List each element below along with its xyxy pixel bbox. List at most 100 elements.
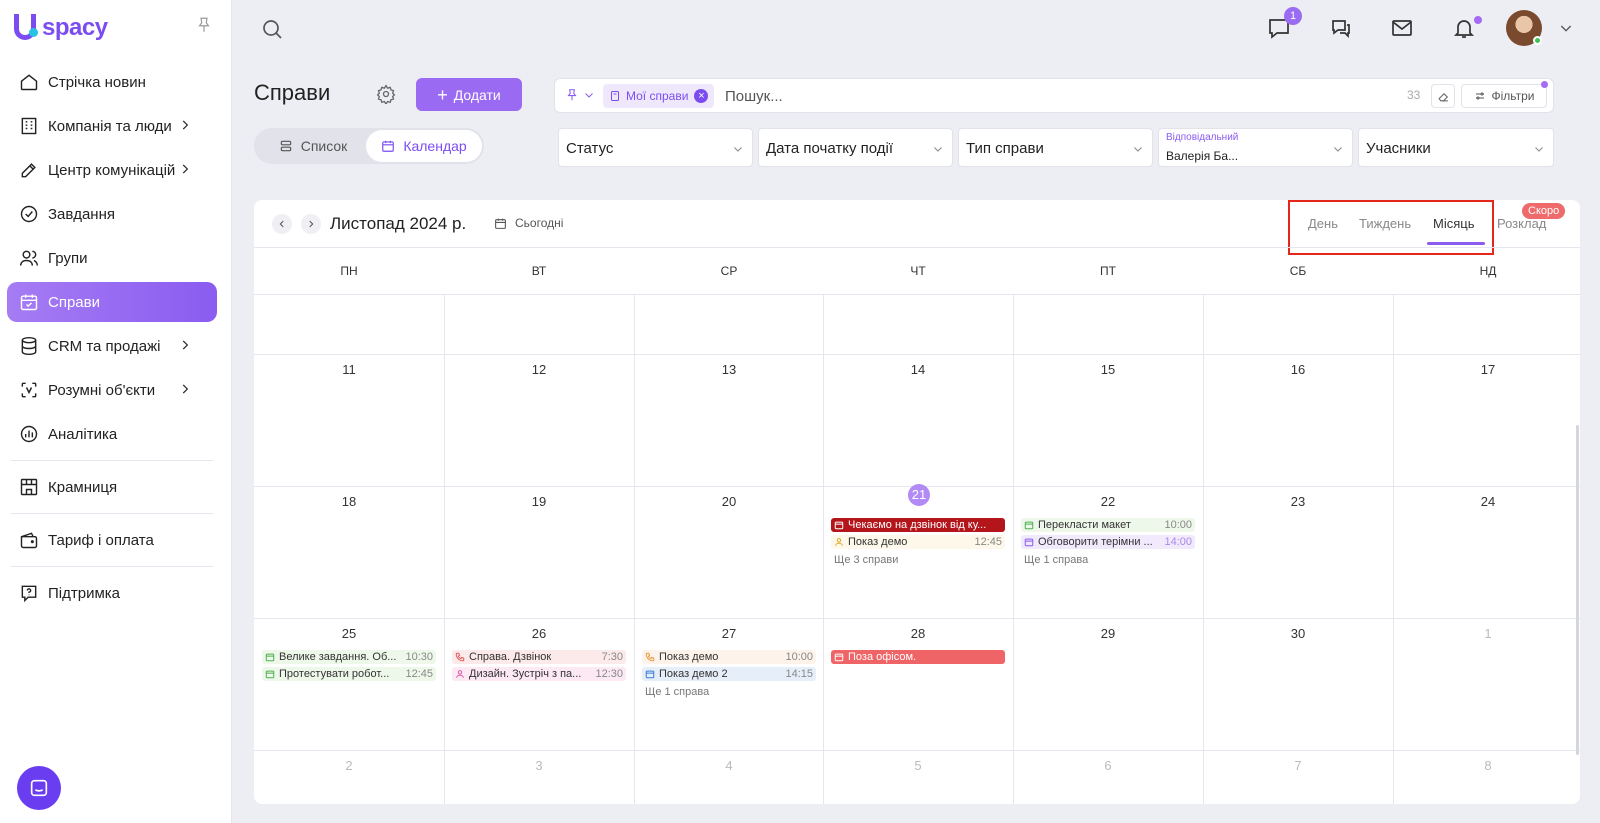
sidebar-item-communications[interactable]: Центр комунікацій: [7, 150, 217, 190]
status-filter[interactable]: Статус: [558, 128, 753, 167]
responsible-filter[interactable]: Відповідальний Валерія Ба...: [1158, 128, 1353, 167]
mail-icon[interactable]: [1390, 16, 1414, 40]
day-number[interactable]: 30: [1203, 626, 1393, 641]
day-number[interactable]: 24: [1393, 494, 1580, 509]
support-chat-button[interactable]: [17, 766, 61, 810]
more-events-link[interactable]: Ще 3 справи: [834, 554, 898, 566]
sidebar-item-company[interactable]: Компанія та люди: [7, 106, 217, 146]
calendar-event[interactable]: Велике завдання. Об... 10:30: [262, 650, 436, 664]
calendar-check-icon: [1024, 521, 1034, 530]
calendar-event[interactable]: Поза офісом.: [831, 650, 1005, 664]
prev-month-button[interactable]: [272, 214, 292, 234]
day-number[interactable]: 23: [1203, 494, 1393, 509]
calendar-event[interactable]: Показ демо 2 14:15: [642, 667, 816, 681]
phone-icon: [645, 652, 655, 662]
day-number[interactable]: 19: [444, 494, 634, 509]
sidebar-item-analytics[interactable]: Аналітика: [7, 414, 217, 454]
search-icon[interactable]: [260, 17, 284, 41]
calendar-event[interactable]: Справа. Дзвінок 7:30: [452, 650, 626, 664]
bell-icon[interactable]: [1452, 16, 1476, 40]
day-number[interactable]: 4: [634, 758, 824, 773]
tab-calendar[interactable]: Календар: [366, 130, 482, 162]
sidebar-item-store[interactable]: Крамниця: [7, 467, 217, 507]
pin-icon[interactable]: [195, 15, 213, 35]
participants-filter[interactable]: Учасники: [1358, 128, 1554, 167]
day-number[interactable]: 8: [1393, 758, 1580, 773]
day-number[interactable]: 22: [1013, 494, 1203, 509]
sidebar-item-news[interactable]: Стрічка новин: [7, 62, 217, 102]
database-icon: [21, 336, 37, 356]
next-month-button[interactable]: [301, 214, 321, 234]
day-number[interactable]: 7: [1203, 758, 1393, 773]
calendar-event[interactable]: Дизайн. Зустріч з па... 12:30: [452, 667, 626, 681]
calendar-event[interactable]: Показ демо 12:45: [831, 535, 1005, 549]
calendar-event[interactable]: Чекаємо на дзвінок від ку...: [831, 518, 1005, 532]
responsible-filter-label: Відповідальний: [1166, 132, 1239, 143]
calendar-event[interactable]: Протестувати робот... 12:45: [262, 667, 436, 681]
event-time: 10:00: [785, 651, 813, 663]
chats-icon[interactable]: [1329, 16, 1353, 40]
calendar-event[interactable]: Обговорити терімни ... 14:00: [1021, 535, 1195, 549]
chevron-down-icon[interactable]: [1558, 20, 1574, 36]
search-input[interactable]: [725, 85, 1325, 107]
eraser-icon: [1437, 92, 1448, 101]
participants-filter-label: Учасники: [1366, 140, 1431, 157]
today-button[interactable]: Сьогодні: [494, 216, 563, 230]
sidebar-item-support[interactable]: Підтримка: [7, 573, 217, 613]
sidebar-item-groups[interactable]: Групи: [7, 238, 217, 278]
day-number[interactable]: 18: [254, 494, 444, 509]
day-number[interactable]: 12: [444, 362, 634, 377]
results-count: 33: [1407, 88, 1421, 102]
gear-icon[interactable]: [376, 84, 396, 104]
add-button[interactable]: + Додати: [416, 78, 522, 111]
day-number[interactable]: 25: [254, 626, 444, 641]
sidebar-item-billing[interactable]: Тариф і оплата: [7, 520, 217, 560]
more-events-link[interactable]: Ще 1 справа: [645, 686, 709, 698]
filter-chip-my-cases[interactable]: Мої справи ×: [603, 84, 715, 108]
sidebar-item-tasks[interactable]: Завдання: [7, 194, 217, 234]
day-number[interactable]: 14: [823, 362, 1013, 377]
more-events-link[interactable]: Ще 1 справа: [1024, 554, 1088, 566]
start-date-filter[interactable]: Дата початку події: [758, 128, 953, 167]
sidebar-item-label: Тариф і оплата: [48, 531, 154, 549]
chevron-down-icon[interactable]: [583, 89, 595, 101]
phone-icon: [455, 652, 465, 662]
day-number[interactable]: 11: [254, 362, 444, 377]
day-number[interactable]: 1: [1393, 626, 1580, 641]
sidebar-item-cases[interactable]: Справи: [7, 282, 217, 322]
case-type-filter[interactable]: Тип справи: [958, 128, 1153, 167]
logo[interactable]: spacy: [12, 10, 108, 46]
day-number[interactable]: 26: [444, 626, 634, 641]
online-status-dot: [1533, 36, 1542, 45]
day-number[interactable]: 28: [823, 626, 1013, 641]
clear-button[interactable]: [1431, 84, 1455, 108]
calendar-icon: [834, 653, 844, 662]
day-number[interactable]: 27: [634, 626, 824, 641]
chevron-left-icon: [279, 220, 284, 228]
scrollbar[interactable]: [1576, 425, 1579, 755]
tab-list[interactable]: Список: [258, 130, 368, 162]
calendar-event[interactable]: Перекласти макет 10:00: [1021, 518, 1195, 532]
weekday-header: ПТ: [1100, 264, 1116, 278]
event-title: Поза офісом.: [848, 651, 917, 663]
today-day-number[interactable]: 21: [908, 484, 930, 506]
day-number[interactable]: 13: [634, 362, 824, 377]
day-number[interactable]: 29: [1013, 626, 1203, 641]
day-number[interactable]: 15: [1013, 362, 1203, 377]
filters-button[interactable]: Фільтри: [1461, 84, 1547, 108]
day-number[interactable]: 16: [1203, 362, 1393, 377]
day-number[interactable]: 3: [444, 758, 634, 773]
sidebar-item-smart-objects[interactable]: Розумні об'єкти: [7, 370, 217, 410]
day-number[interactable]: 5: [823, 758, 1013, 773]
close-icon[interactable]: ×: [694, 89, 709, 103]
day-number[interactable]: 20: [634, 494, 824, 509]
event-time: 14:00: [1164, 536, 1192, 548]
event-title: Чекаємо на дзвінок від ку...: [848, 519, 987, 531]
pin-icon[interactable]: [565, 87, 579, 103]
sidebar-item-crm[interactable]: CRM та продажі: [7, 326, 217, 366]
calendar-event[interactable]: Показ демо 10:00: [642, 650, 816, 664]
day-number[interactable]: 2: [254, 758, 444, 773]
day-number[interactable]: 17: [1393, 362, 1580, 377]
weekday-header: ВТ: [531, 264, 547, 278]
day-number[interactable]: 6: [1013, 758, 1203, 773]
